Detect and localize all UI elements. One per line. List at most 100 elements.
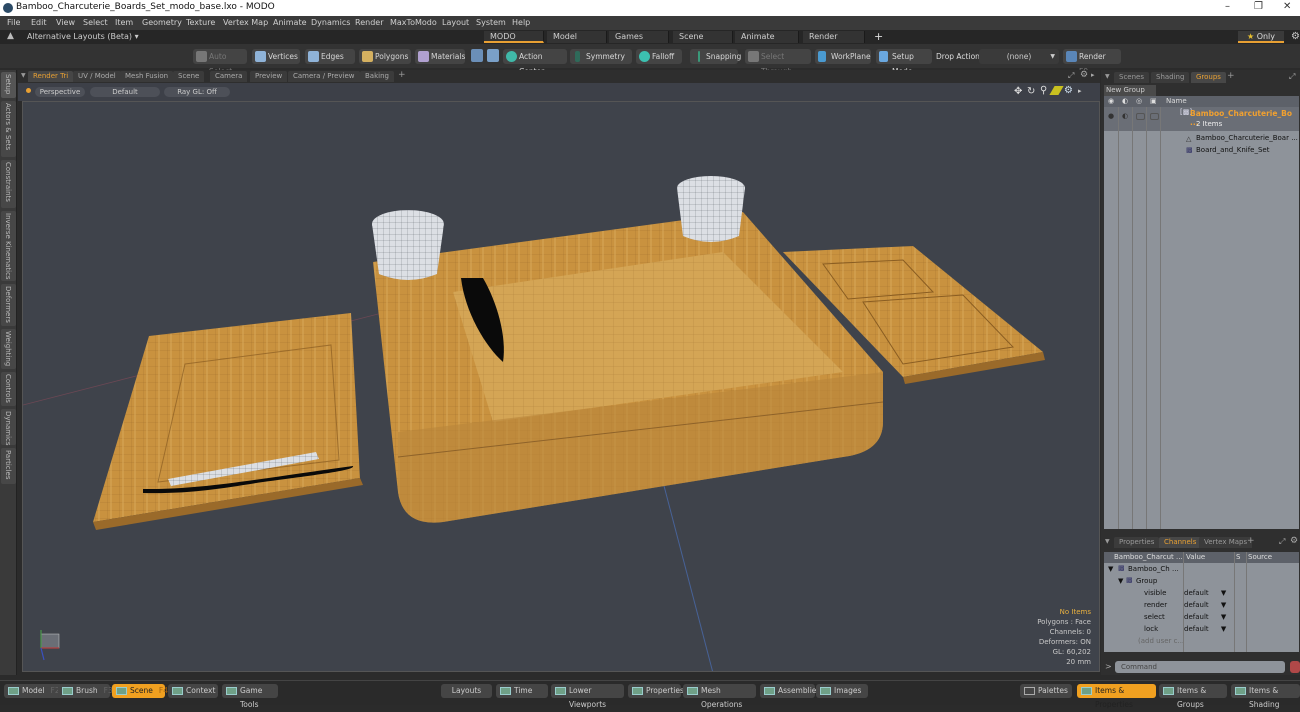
expand-arrow-icon[interactable]: ▼ bbox=[1108, 565, 1113, 573]
side-tab-setup[interactable]: Setup bbox=[1, 72, 16, 98]
side-tab-dynamics[interactable]: Dynamics bbox=[1, 409, 16, 446]
menu-geometry[interactable]: Geometry bbox=[142, 18, 182, 27]
new-group-button[interactable]: New Group bbox=[1104, 85, 1156, 96]
minimize-icon[interactable]: – bbox=[1225, 1, 1230, 12]
falloff-button[interactable]: Falloff bbox=[636, 49, 682, 64]
render-button[interactable]: Render F9 bbox=[1063, 49, 1121, 76]
pan-icon[interactable]: ✥ bbox=[1014, 86, 1022, 97]
add-viewport-tab-button[interactable]: + bbox=[398, 70, 406, 80]
menu-item[interactable]: Item bbox=[115, 18, 133, 27]
assemblies-button[interactable]: Assemblies bbox=[760, 684, 820, 698]
menu-texture[interactable]: Texture bbox=[186, 18, 215, 27]
materials-button[interactable]: Materials bbox=[415, 49, 465, 64]
view-type-dropdown[interactable]: Perspective bbox=[35, 87, 85, 97]
side-tab-controls[interactable]: Controls bbox=[1, 372, 16, 406]
snapping-button[interactable]: Snapping bbox=[690, 49, 741, 64]
group-row[interactable]: ● ◐ [▩] Bamboo_Charcuterie_Bo ... 2 Item… bbox=[1104, 107, 1299, 131]
panel-menu-icon[interactable]: ▼ bbox=[1105, 73, 1110, 80]
zoom-icon[interactable]: ⚲ bbox=[1040, 85, 1047, 96]
channel-value-dropdown[interactable]: default ▼ bbox=[1184, 589, 1226, 597]
menu-dynamics[interactable]: Dynamics bbox=[311, 18, 350, 27]
pivot-mode-icon[interactable] bbox=[487, 49, 499, 62]
rotate-icon[interactable]: ↻ bbox=[1027, 86, 1035, 97]
shading-dropdown[interactable]: Default bbox=[90, 87, 160, 97]
side-tab-actors-sets[interactable]: Actors & Sets bbox=[1, 101, 16, 157]
model-button[interactable]: Model F2 bbox=[4, 684, 66, 698]
scene-button[interactable]: Scene F4 bbox=[112, 684, 168, 698]
tab-model-layout[interactable]: Model Layout bbox=[547, 31, 607, 53]
context-button[interactable]: Context bbox=[168, 684, 218, 698]
maximize-panel-icon[interactable]: ⤢ bbox=[1289, 72, 1295, 82]
tab-uv-model[interactable]: UV / Model bbox=[73, 71, 121, 82]
channel-value-dropdown[interactable]: default ▼ bbox=[1184, 601, 1226, 609]
items-properties-button[interactable]: Items & Properties bbox=[1077, 684, 1156, 709]
channels-panel-menu-icon[interactable]: ▼ bbox=[1105, 538, 1110, 545]
select-through-button[interactable]: Select Through bbox=[745, 49, 811, 76]
expand-arrow-icon[interactable]: ▼ bbox=[1118, 577, 1123, 585]
action-center-button[interactable]: Action Center bbox=[503, 49, 567, 76]
visibility-toggle-icon[interactable]: ● bbox=[1108, 112, 1114, 120]
command-input[interactable]: Command bbox=[1115, 661, 1285, 673]
side-tab-weighting[interactable]: Weighting bbox=[1, 329, 16, 369]
record-macro-icon[interactable] bbox=[1290, 661, 1300, 673]
items-groups-button[interactable]: Items & Groups bbox=[1159, 684, 1227, 709]
fit-icon[interactable] bbox=[1049, 86, 1064, 95]
menu-system[interactable]: System bbox=[476, 18, 506, 27]
menu-edit[interactable]: Edit bbox=[31, 18, 47, 27]
viewport-menu-icon[interactable]: ▼ bbox=[21, 72, 26, 79]
viewport-settings-icon[interactable]: ⚙ bbox=[1064, 85, 1073, 96]
lock-toggle-icon[interactable] bbox=[1150, 113, 1159, 120]
side-tab-inverse-kinematics[interactable]: Inverse Kinematics bbox=[1, 211, 16, 281]
tab-properties[interactable]: Properties bbox=[1114, 537, 1160, 548]
tab-animate-layout[interactable]: Animate Layout bbox=[735, 31, 799, 53]
channel-value-dropdown[interactable]: default ▼ bbox=[1184, 625, 1226, 633]
tab-baking[interactable]: Baking bbox=[360, 71, 394, 82]
add-user-channel[interactable]: (add user c... bbox=[1138, 637, 1184, 645]
tab-camera[interactable]: Camera bbox=[210, 71, 248, 82]
images-button[interactable]: Images bbox=[816, 684, 868, 698]
3d-viewport[interactable]: No Items Polygons : Face Channels: 0 Def… bbox=[22, 101, 1100, 672]
lock-column-icon[interactable]: ▣ bbox=[1150, 97, 1157, 105]
brush-button[interactable]: Brush F3 bbox=[58, 684, 113, 698]
visibility-column-icon[interactable]: ◉ bbox=[1108, 97, 1114, 105]
add-panel-tab-button[interactable]: + bbox=[1227, 71, 1235, 81]
menu-maxtomodo[interactable]: MaxToModo bbox=[390, 18, 437, 27]
side-tab-deformers[interactable]: Deformers bbox=[1, 284, 16, 326]
menu-vertex-map[interactable]: Vertex Map bbox=[223, 18, 268, 27]
tab-camera-preview[interactable]: Camera / Preview bbox=[288, 71, 360, 82]
raygl-toggle[interactable]: Ray GL: Off bbox=[164, 87, 230, 97]
tab-render-tri[interactable]: Render Tri bbox=[28, 71, 74, 82]
game-tools-button[interactable]: Game Tools bbox=[222, 684, 278, 709]
item-mode-icon[interactable] bbox=[471, 49, 483, 62]
lower-viewports-button[interactable]: Lower Viewports bbox=[551, 684, 624, 709]
edges-button[interactable]: Edges bbox=[305, 49, 355, 64]
tab-scene[interactable]: Scene bbox=[173, 71, 205, 82]
menu-help[interactable]: Help bbox=[512, 18, 530, 27]
vertices-button[interactable]: Vertices bbox=[252, 49, 300, 64]
select-column-icon[interactable]: ◎ bbox=[1136, 97, 1142, 105]
tab-shading[interactable]: Shading bbox=[1151, 72, 1190, 83]
layout-pin-icon[interactable]: ▲ bbox=[7, 31, 14, 41]
tab-mesh-fusion[interactable]: Mesh Fusion bbox=[120, 71, 174, 82]
auto-select-button[interactable]: Auto Select bbox=[193, 49, 247, 76]
tab-render-layout[interactable]: Render Layout bbox=[803, 31, 865, 53]
symmetry-button[interactable]: Symmetry bbox=[570, 49, 632, 64]
tab-scenes[interactable]: Scenes bbox=[1114, 72, 1149, 83]
viewport-gear-icon[interactable]: ⚙ bbox=[1080, 70, 1088, 80]
maximize-channels-icon[interactable]: ⤢ bbox=[1279, 537, 1285, 547]
properties-button[interactable]: Properties bbox=[628, 684, 684, 698]
tab-groups[interactable]: Groups bbox=[1191, 72, 1226, 83]
tab-channels[interactable]: Channels bbox=[1159, 537, 1202, 548]
menu-select[interactable]: Select bbox=[83, 18, 108, 27]
alternative-layouts-dropdown[interactable]: Alternative Layouts (Beta) ▾ bbox=[27, 32, 139, 41]
mesh-operations-button[interactable]: Mesh Operations bbox=[683, 684, 756, 709]
tab-games-layout[interactable]: Games Layout bbox=[609, 31, 669, 53]
side-tab-particles[interactable]: Particles bbox=[1, 448, 16, 484]
restore-icon[interactable]: ❐ bbox=[1254, 1, 1263, 12]
layouts-button[interactable]: Layouts bbox=[441, 684, 492, 698]
menu-layout[interactable]: Layout bbox=[442, 18, 469, 27]
menu-view[interactable]: View bbox=[56, 18, 75, 27]
add-channels-tab-button[interactable]: + bbox=[1247, 536, 1255, 546]
time-button[interactable]: Time bbox=[496, 684, 548, 698]
palettes-button[interactable]: Palettes bbox=[1020, 684, 1072, 698]
